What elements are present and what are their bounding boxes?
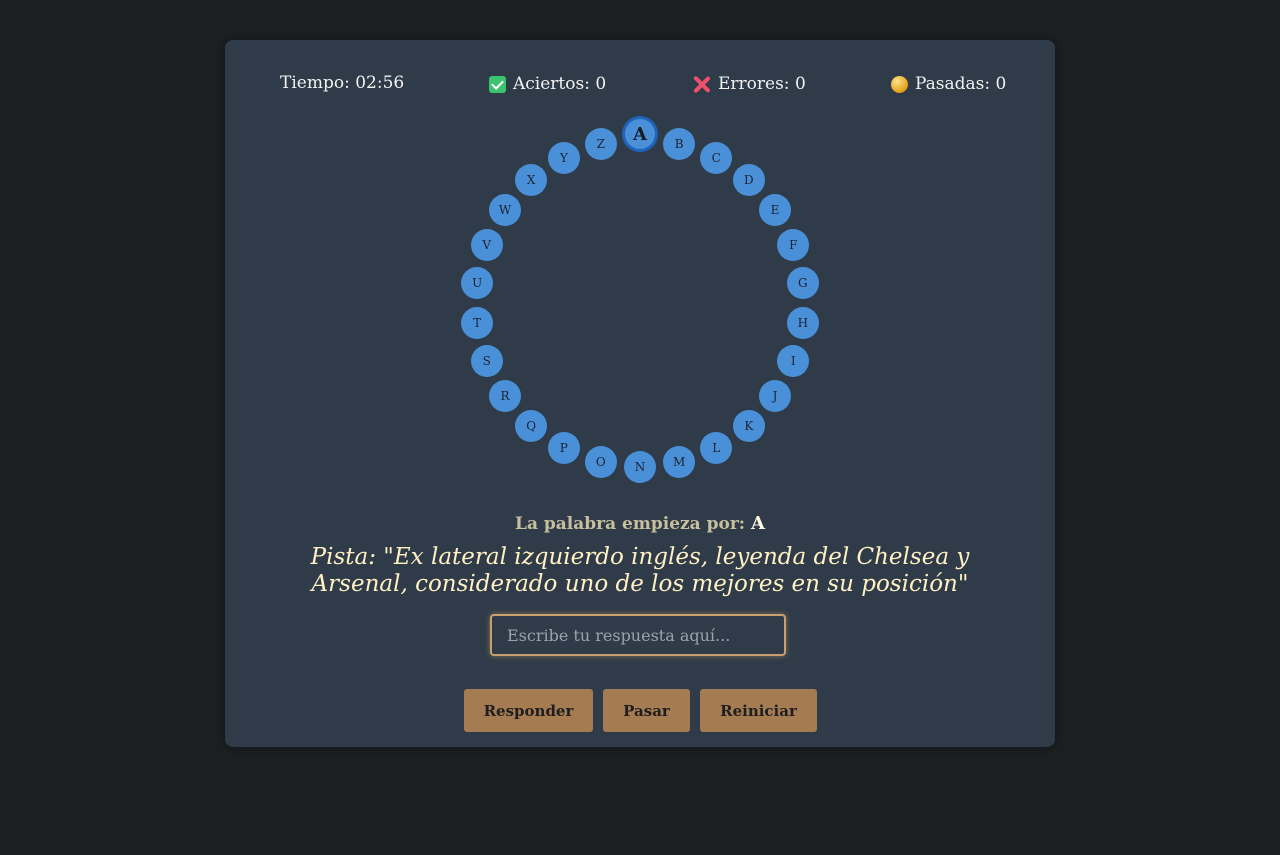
letter-n[interactable]: N: [624, 451, 656, 483]
pass-button[interactable]: Pasar: [603, 689, 690, 732]
letter-b[interactable]: B: [663, 127, 696, 160]
letter-i[interactable]: I: [777, 345, 810, 378]
letter-a[interactable]: A: [622, 116, 658, 152]
letter-c[interactable]: C: [700, 141, 733, 174]
game-panel: Tiempo: 02:56 Aciertos: 0 Errores: 0 Pas…: [225, 40, 1055, 747]
letter-v[interactable]: V: [470, 228, 503, 261]
passed-text: Pasadas: 0: [915, 74, 1007, 94]
starts-with: La palabra empieza por: A: [225, 513, 1055, 534]
timer-text: Tiempo: 02:56: [280, 73, 405, 93]
letter-l[interactable]: L: [700, 432, 733, 465]
letter-d[interactable]: D: [732, 164, 765, 197]
letter-e[interactable]: E: [759, 193, 791, 226]
letter-q[interactable]: Q: [515, 409, 548, 442]
letter-m[interactable]: M: [663, 446, 696, 479]
letter-w[interactable]: W: [489, 193, 521, 226]
starts-letter: A: [751, 513, 765, 534]
cross-icon: [692, 75, 711, 94]
letter-u[interactable]: U: [461, 267, 494, 300]
letter-o[interactable]: O: [584, 446, 617, 479]
letter-g[interactable]: G: [786, 267, 819, 300]
hint-text: Pista: "Ex lateral izquierdo inglés, ley…: [310, 544, 970, 597]
answer-input[interactable]: [490, 614, 786, 656]
letter-f[interactable]: F: [777, 228, 810, 261]
letter-s[interactable]: S: [470, 345, 503, 378]
letter-p[interactable]: P: [547, 432, 580, 465]
timer: Tiempo: 02:56: [280, 73, 404, 93]
hits-counter: Aciertos: 0: [489, 74, 606, 94]
coin-icon: [891, 75, 908, 93]
letter-x[interactable]: X: [515, 164, 548, 197]
answer-button[interactable]: Responder: [464, 689, 593, 732]
letter-j[interactable]: J: [759, 380, 791, 413]
check-icon: [489, 75, 506, 93]
hits-text: Aciertos: 0: [513, 74, 607, 94]
passed-counter: Pasadas: 0: [891, 74, 1006, 94]
letter-k[interactable]: K: [732, 409, 765, 442]
letter-h[interactable]: H: [786, 306, 819, 339]
letter-t[interactable]: T: [461, 306, 494, 339]
errors-counter: Errores: 0: [692, 74, 806, 94]
letter-z[interactable]: Z: [584, 127, 617, 160]
errors-text: Errores: 0: [718, 74, 806, 94]
reset-button[interactable]: Reiniciar: [700, 689, 817, 732]
starts-label: La palabra empieza por:: [515, 514, 746, 534]
letter-y[interactable]: Y: [547, 141, 580, 174]
letter-r[interactable]: R: [489, 380, 521, 413]
